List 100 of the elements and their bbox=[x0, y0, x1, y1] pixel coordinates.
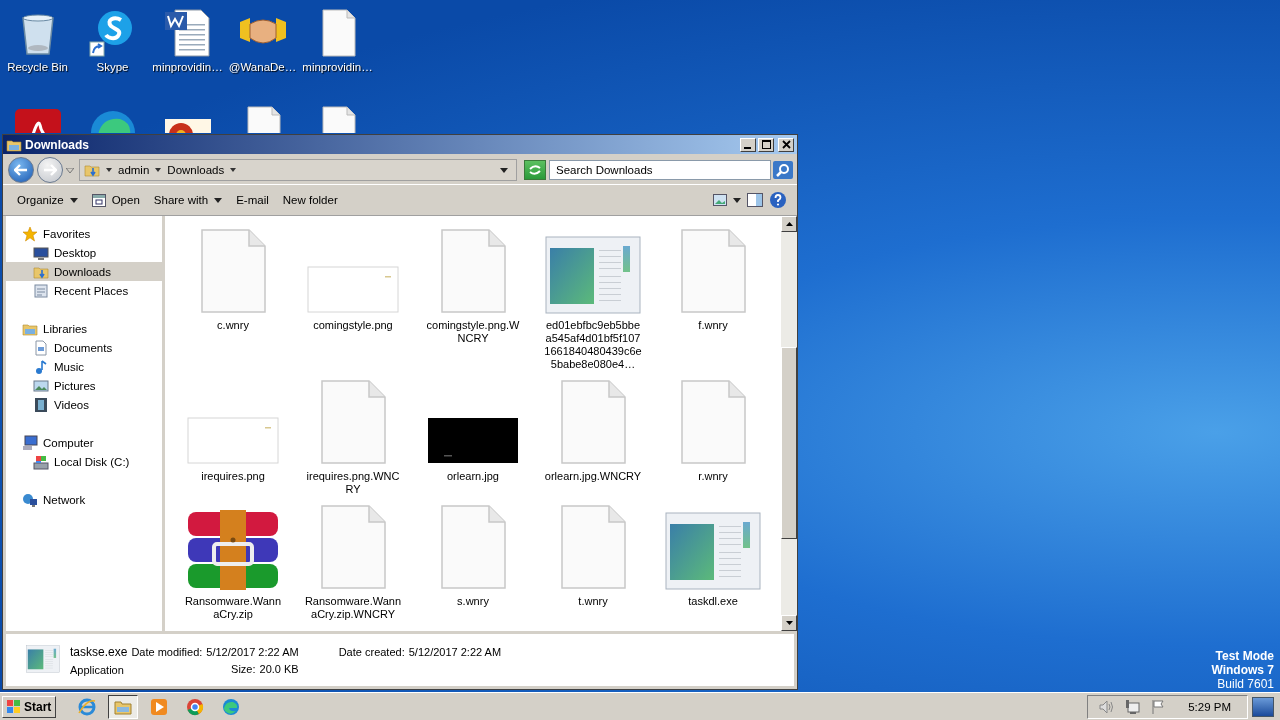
word-document-icon[interactable] bbox=[162, 8, 213, 58]
clock[interactable]: 5:29 PM bbox=[1188, 700, 1231, 713]
file-name: taskse.exe bbox=[70, 644, 128, 659]
toolbar-button[interactable]: Organize bbox=[13, 192, 82, 208]
chrome-icon[interactable] bbox=[185, 696, 206, 717]
application-window-icon bbox=[26, 644, 60, 674]
file-name[interactable]: Ransomware.WannaCry.zip.WNCRY bbox=[303, 595, 403, 621]
file-name[interactable]: comingstyle.png.WNCRY bbox=[423, 319, 523, 345]
network-icon bbox=[22, 491, 38, 508]
nav-item[interactable]: Recent Places bbox=[6, 281, 162, 300]
detail-value: 5/12/2017 2:22 AM bbox=[206, 645, 299, 658]
application-window-icon bbox=[545, 236, 641, 314]
toolbar-button[interactable]: Open bbox=[87, 191, 144, 209]
archive-books-icon bbox=[186, 510, 280, 590]
open-icon[interactable] bbox=[91, 193, 106, 207]
nav-item[interactable]: Documents bbox=[6, 338, 162, 357]
address-bar[interactable]: admin Downloads bbox=[79, 159, 517, 181]
show-desktop-button[interactable] bbox=[1252, 696, 1274, 717]
desktop-icon-label[interactable]: @WanaDe… bbox=[228, 61, 297, 73]
recent-places-icon bbox=[33, 282, 49, 299]
file-name[interactable]: orlearn.jpg.WNCRY bbox=[543, 470, 643, 483]
file-name[interactable]: t.wnry bbox=[543, 595, 643, 608]
nav-item[interactable]: Local Disk (C:) bbox=[6, 452, 162, 471]
start-button[interactable]: Start bbox=[2, 695, 57, 718]
help-icon[interactable] bbox=[769, 191, 787, 209]
test-mode-text: Build 7601 bbox=[1217, 677, 1274, 691]
nav-item[interactable]: Pictures bbox=[6, 376, 162, 395]
nav-item[interactable]: Libraries bbox=[6, 319, 162, 338]
window-title: Downloads bbox=[25, 137, 89, 152]
star-icon bbox=[22, 225, 38, 242]
toolbar-button[interactable]: E-mail bbox=[232, 192, 273, 208]
file-name[interactable]: f.wnry bbox=[663, 319, 763, 332]
file-name[interactable]: s.wnry bbox=[423, 595, 523, 608]
speaker-icon[interactable] bbox=[1098, 698, 1115, 715]
file-name[interactable]: r.wnry bbox=[663, 470, 763, 483]
flag-icon[interactable] bbox=[1150, 698, 1167, 715]
back-button[interactable] bbox=[8, 157, 34, 183]
caret-icon[interactable] bbox=[155, 168, 162, 172]
file-name[interactable]: orlearn.jpg bbox=[423, 470, 523, 483]
file-name[interactable]: comingstyle.png bbox=[303, 319, 403, 332]
file-name[interactable]: Ransomware.WannaCry.zip bbox=[183, 595, 283, 621]
nav-item[interactable]: Music bbox=[6, 357, 162, 376]
nav-item[interactable]: Desktop bbox=[6, 243, 162, 262]
breadcrumb[interactable]: admin bbox=[118, 164, 150, 176]
network-icon[interactable] bbox=[1124, 698, 1141, 715]
file-name[interactable]: ed01ebfbc9eb5bbea545af4d01bf5f1071661840480439c6e5babe8e080e4… bbox=[543, 319, 643, 371]
file-name[interactable]: taskdl.exe bbox=[663, 595, 763, 608]
scroll-down-icon[interactable] bbox=[785, 621, 793, 625]
desktop-icon-label[interactable]: Skype bbox=[96, 61, 129, 73]
application-window-icon bbox=[665, 512, 761, 590]
image-thumbnail-icon bbox=[427, 417, 519, 465]
blank-file-icon bbox=[199, 228, 267, 314]
blank-file-icon bbox=[439, 228, 507, 314]
toolbar-button[interactable]: New folder bbox=[278, 192, 342, 208]
caret-icon[interactable] bbox=[69, 197, 78, 203]
blank-file-icon bbox=[439, 504, 507, 590]
scrollbar[interactable] bbox=[781, 216, 797, 631]
detail-label: Date modified: bbox=[131, 645, 203, 658]
file-type: Application bbox=[70, 663, 125, 676]
detail-label: Date created: bbox=[338, 645, 405, 658]
caret-icon[interactable] bbox=[733, 197, 741, 203]
blank-file-icon bbox=[679, 228, 747, 314]
computer-icon bbox=[22, 434, 38, 451]
desktop-icon-label[interactable]: minprovidin… bbox=[302, 61, 373, 73]
detail-label: Size: bbox=[231, 662, 256, 675]
nav-item[interactable]: Computer bbox=[6, 433, 162, 452]
blank-file-icon bbox=[679, 379, 747, 465]
minimize-button[interactable] bbox=[740, 137, 756, 152]
file-name[interactable]: c.wnry bbox=[183, 319, 283, 332]
file-name[interactable]: irequires.png bbox=[183, 470, 283, 483]
scroll-up-icon[interactable] bbox=[785, 222, 793, 226]
forward-button[interactable] bbox=[37, 157, 63, 183]
caret-icon[interactable] bbox=[214, 197, 223, 203]
breadcrumb[interactable]: Downloads bbox=[167, 164, 225, 176]
image-thumbnail-icon bbox=[307, 266, 399, 314]
blank-file-icon bbox=[319, 504, 387, 590]
nav-item[interactable]: Favorites bbox=[6, 224, 162, 243]
toolbar-button[interactable]: Share with bbox=[149, 192, 227, 208]
test-mode-text: Test Mode bbox=[1215, 649, 1274, 663]
search-field[interactable]: Search Downloads bbox=[549, 160, 771, 180]
windows-logo-icon[interactable] bbox=[7, 700, 21, 713]
test-mode-text: Windows 7 bbox=[1211, 663, 1274, 677]
desktop-icon-label[interactable]: minprovidin… bbox=[152, 61, 223, 73]
preview-pane-icon[interactable] bbox=[747, 193, 763, 207]
file-name[interactable]: irequires.png.WNCRY bbox=[303, 470, 403, 496]
search-icon[interactable] bbox=[773, 161, 793, 179]
caret-icon[interactable] bbox=[106, 168, 112, 172]
nav-item[interactable]: Videos bbox=[6, 395, 162, 414]
image-thumbnail-icon bbox=[187, 417, 279, 465]
caret-icon[interactable] bbox=[230, 168, 237, 172]
desktop-icon-label[interactable]: Recycle Bin bbox=[7, 61, 68, 73]
detail-value: 20.0 KB bbox=[259, 662, 299, 675]
nav-item[interactable]: Downloads bbox=[6, 262, 162, 281]
document-icon bbox=[33, 339, 49, 356]
taskbar-button[interactable] bbox=[108, 694, 139, 719]
change-view-icon[interactable] bbox=[713, 194, 727, 206]
nav-item[interactable]: Network bbox=[6, 490, 162, 509]
dropdown-caret-icon[interactable] bbox=[500, 167, 508, 173]
back-arrow-icon[interactable] bbox=[14, 164, 28, 176]
blank-file-icon bbox=[559, 504, 627, 590]
